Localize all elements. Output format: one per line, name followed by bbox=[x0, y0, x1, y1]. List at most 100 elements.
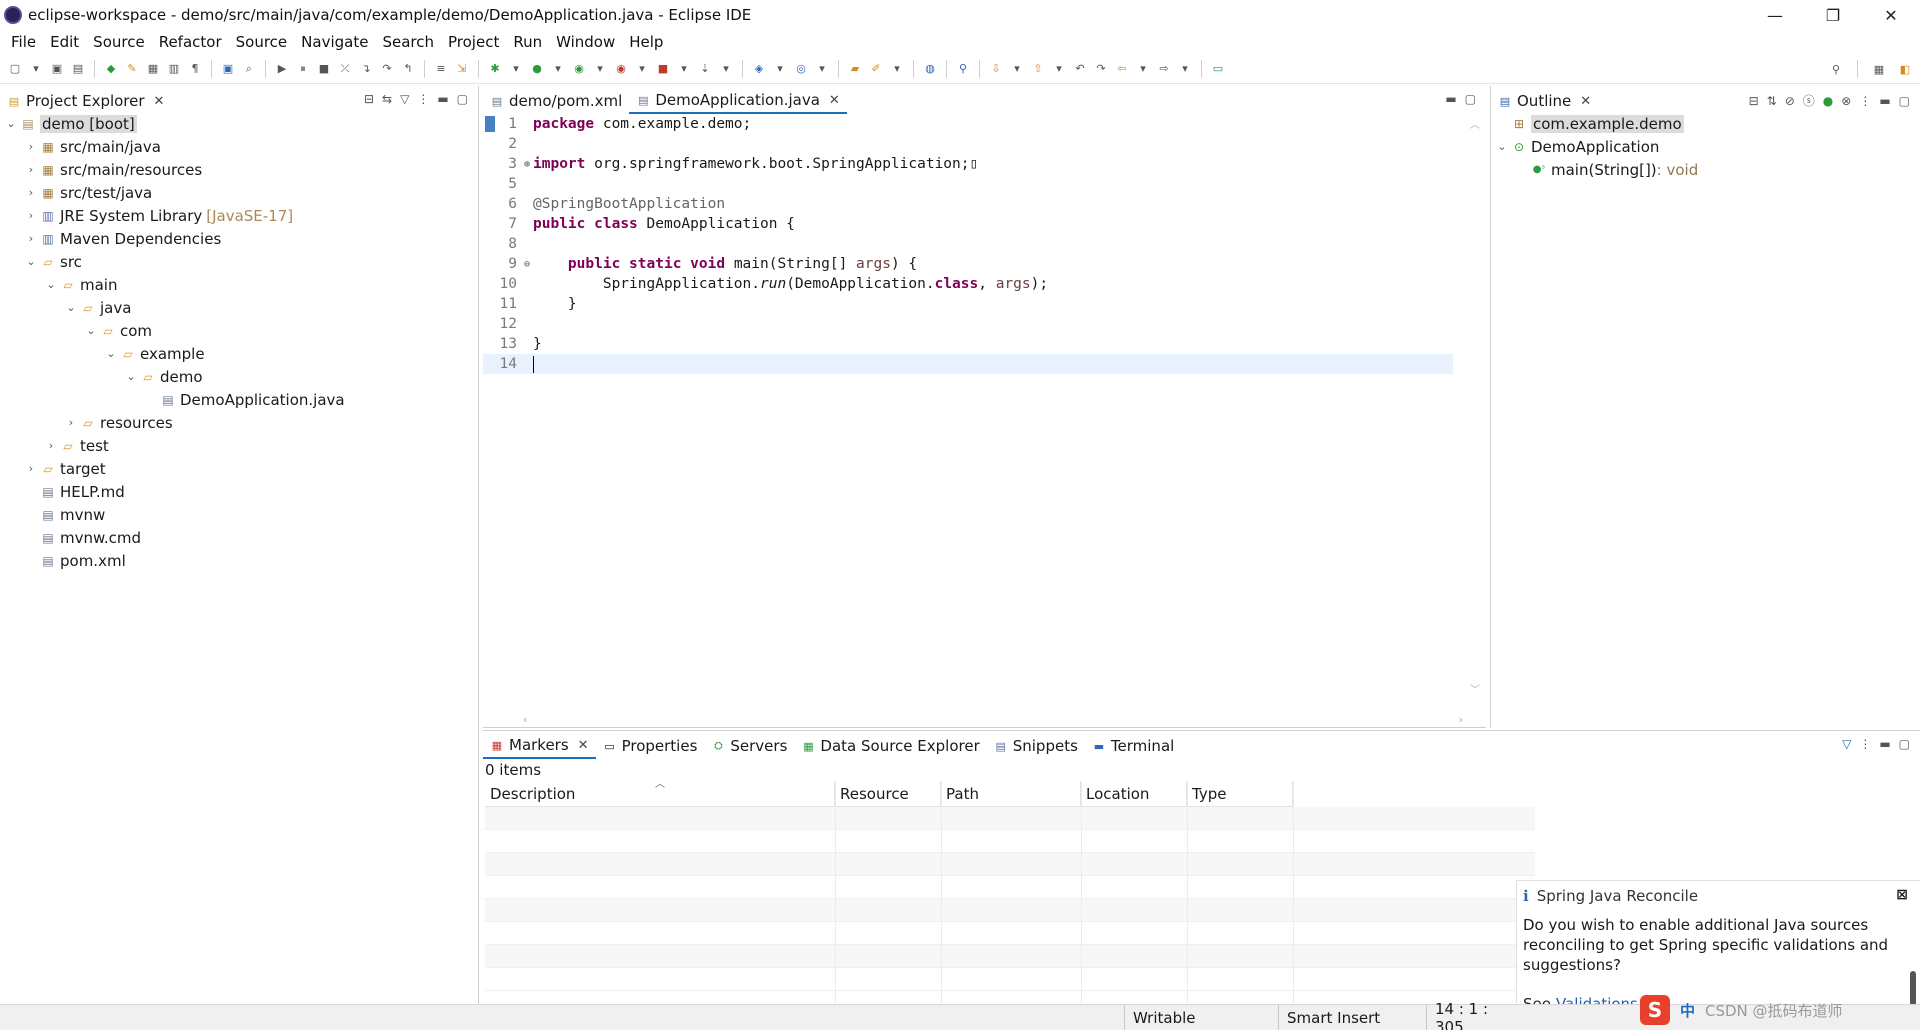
expand-fold-icon[interactable]: ⊕ bbox=[521, 159, 533, 170]
dropdown-icon[interactable]: ▾ bbox=[507, 60, 525, 78]
terminate-icon[interactable]: ■ bbox=[315, 60, 333, 78]
hide-static-icon[interactable]: ⓢ bbox=[1803, 92, 1815, 109]
minimize-icon[interactable]: ▬ bbox=[437, 92, 448, 106]
dropdown-icon[interactable]: ▾ bbox=[633, 60, 651, 78]
search-file-icon[interactable]: ⚲ bbox=[954, 60, 972, 78]
sogou-ime-icon[interactable]: S bbox=[1640, 995, 1670, 1025]
outline-item-class[interactable]: ⌄ ⊙ DemoApplication bbox=[1491, 135, 1920, 158]
column-header-resource[interactable]: Resource bbox=[835, 781, 941, 807]
tree-item[interactable]: › ▦ src/main/resources bbox=[0, 158, 479, 181]
minimize-icon[interactable]: ▬ bbox=[1445, 92, 1456, 106]
suspend-icon[interactable]: ⏸ bbox=[294, 60, 312, 78]
search-toolbar-icon[interactable]: ⌕ bbox=[240, 60, 258, 78]
whitespace-icon[interactable]: ▥ bbox=[165, 60, 183, 78]
maximize-icon[interactable]: ▢ bbox=[1899, 94, 1910, 108]
dropdown-icon[interactable]: ▾ bbox=[1008, 60, 1026, 78]
sort-icon[interactable]: ⇅ bbox=[1767, 94, 1777, 108]
tree-item[interactable]: ⌄ ▤ demo [boot] bbox=[0, 112, 479, 135]
external-tools-icon[interactable]: ◉ bbox=[612, 60, 630, 78]
view-menu-icon[interactable]: ⋮ bbox=[1859, 737, 1871, 751]
filter-icon[interactable]: ▽ bbox=[400, 92, 409, 106]
tab-demoapplication-java[interactable]: ▤ DemoApplication.java ✕ bbox=[629, 88, 847, 114]
back-icon[interactable]: ⇦ bbox=[1113, 60, 1131, 78]
next-annotation-icon[interactable]: ⇩ bbox=[987, 60, 1005, 78]
minimize-icon[interactable]: ▬ bbox=[1879, 737, 1890, 751]
menu-edit[interactable]: Edit bbox=[43, 33, 86, 51]
open-folder-icon[interactable]: ▰ bbox=[846, 60, 864, 78]
tree-item[interactable]: ⌄ ▱ main bbox=[0, 273, 479, 296]
chevron-right-icon[interactable]: › bbox=[24, 186, 38, 199]
tree-item[interactable]: ⌄ ▱ example bbox=[0, 342, 479, 365]
dropdown-icon[interactable]: ▾ bbox=[1134, 60, 1152, 78]
maximize-icon[interactable]: ▢ bbox=[1899, 737, 1910, 751]
tab-snippets[interactable]: ▤ Snippets bbox=[987, 733, 1085, 759]
chevron-down-icon[interactable]: ⌄ bbox=[44, 278, 58, 291]
menu-source-2[interactable]: Source bbox=[229, 33, 295, 51]
dropdown-icon[interactable]: ▾ bbox=[27, 60, 45, 78]
chevron-right-icon[interactable]: › bbox=[24, 163, 38, 176]
save-all-icon[interactable]: ▤ bbox=[69, 60, 87, 78]
tree-item[interactable]: ▤ pom.xml bbox=[0, 549, 479, 572]
tree-item[interactable]: › ▱ target bbox=[0, 457, 479, 480]
column-header-path[interactable]: Path bbox=[941, 781, 1081, 807]
coverage-icon[interactable]: ◉ bbox=[570, 60, 588, 78]
menu-file[interactable]: File bbox=[4, 33, 43, 51]
collapse-fold-icon[interactable]: ⊖ bbox=[521, 259, 533, 270]
close-icon[interactable]: ✕ bbox=[829, 93, 840, 108]
tab-outline[interactable]: ▤ Outline ✕ bbox=[1491, 88, 1598, 114]
tree-item[interactable]: ⌄ ▱ com bbox=[0, 319, 479, 342]
previous-annotation-icon[interactable]: ⇧ bbox=[1029, 60, 1047, 78]
debug-icon[interactable]: ✱ bbox=[486, 60, 504, 78]
close-button[interactable]: ✕ bbox=[1862, 0, 1920, 30]
menu-source[interactable]: Source bbox=[86, 33, 152, 51]
dropdown-icon[interactable]: ▾ bbox=[675, 60, 693, 78]
run-icon[interactable]: ● bbox=[528, 60, 546, 78]
dropdown-icon[interactable]: ▾ bbox=[888, 60, 906, 78]
close-icon[interactable]: ✕ bbox=[578, 738, 589, 753]
java-perspective-icon[interactable]: ◧ bbox=[1896, 60, 1914, 78]
menu-help[interactable]: Help bbox=[622, 33, 670, 51]
chevron-down-icon[interactable]: ⌄ bbox=[4, 117, 18, 130]
step-over-icon[interactable]: ↷ bbox=[378, 60, 396, 78]
chevron-down-icon[interactable]: ⌄ bbox=[104, 347, 118, 360]
close-icon[interactable]: ✕ bbox=[1580, 94, 1591, 109]
disconnect-icon[interactable]: ⤫ bbox=[336, 60, 354, 78]
chevron-down-icon[interactable]: ⌄ bbox=[84, 324, 98, 337]
use-step-filters-icon[interactable]: ⇲ bbox=[453, 60, 471, 78]
menu-window[interactable]: Window bbox=[549, 33, 622, 51]
menu-refactor[interactable]: Refactor bbox=[152, 33, 229, 51]
close-icon[interactable]: ⊠ bbox=[1896, 887, 1908, 903]
link-with-editor-icon[interactable]: ⇆ bbox=[382, 92, 392, 106]
save-icon[interactable]: ▣ bbox=[48, 60, 66, 78]
ime-language-indicator[interactable]: 中 bbox=[1680, 1000, 1695, 1021]
step-into-icon[interactable]: ↴ bbox=[357, 60, 375, 78]
hide-local-types-icon[interactable]: ⊗ bbox=[1841, 94, 1851, 108]
menu-navigate[interactable]: Navigate bbox=[294, 33, 375, 51]
tree-item[interactable]: › ▦ src/test/java bbox=[0, 181, 479, 204]
globe-icon[interactable]: ◍ bbox=[921, 60, 939, 78]
tab-data-source-explorer[interactable]: ▦ Data Source Explorer bbox=[794, 733, 986, 759]
chevron-down-icon[interactable]: ⌄ bbox=[64, 301, 78, 314]
pilcrow-icon[interactable]: ¶ bbox=[186, 60, 204, 78]
tree-item[interactable]: › ▥ JRE System Library [JavaSE-17] bbox=[0, 204, 479, 227]
tab-markers[interactable]: ▦ Markers ✕ bbox=[483, 733, 596, 759]
column-header-description[interactable]: Description ︿ bbox=[485, 779, 835, 807]
minimize-icon[interactable]: ▬ bbox=[1879, 94, 1890, 108]
resume-icon[interactable]: ▶ bbox=[273, 60, 291, 78]
open-perspective-icon[interactable]: ▦ bbox=[1870, 60, 1888, 78]
search-icon[interactable]: ⚲ bbox=[1827, 60, 1845, 78]
tab-servers[interactable]: ⛭ Servers bbox=[704, 733, 794, 759]
tree-item[interactable]: ⌄ ▱ src bbox=[0, 250, 479, 273]
tab-pom-xml[interactable]: ▤ demo/pom.xml bbox=[483, 88, 629, 114]
console-icon[interactable]: ▣ bbox=[219, 60, 237, 78]
tree-item[interactable]: › ▱ resources bbox=[0, 411, 479, 434]
maximize-icon[interactable]: ▢ bbox=[1465, 92, 1476, 106]
chevron-right-icon[interactable]: › bbox=[24, 140, 38, 153]
dropdown-icon[interactable]: ▾ bbox=[1176, 60, 1194, 78]
code-editor[interactable]: 1 package com.example.demo; 2 3 ⊕ import … bbox=[483, 112, 1486, 702]
dropdown-icon[interactable]: ▾ bbox=[813, 60, 831, 78]
minimize-button[interactable]: — bbox=[1746, 0, 1804, 30]
step-return-icon[interactable]: ↰ bbox=[399, 60, 417, 78]
chevron-right-icon[interactable]: › bbox=[24, 232, 38, 245]
new-icon[interactable]: ▢ bbox=[6, 60, 24, 78]
